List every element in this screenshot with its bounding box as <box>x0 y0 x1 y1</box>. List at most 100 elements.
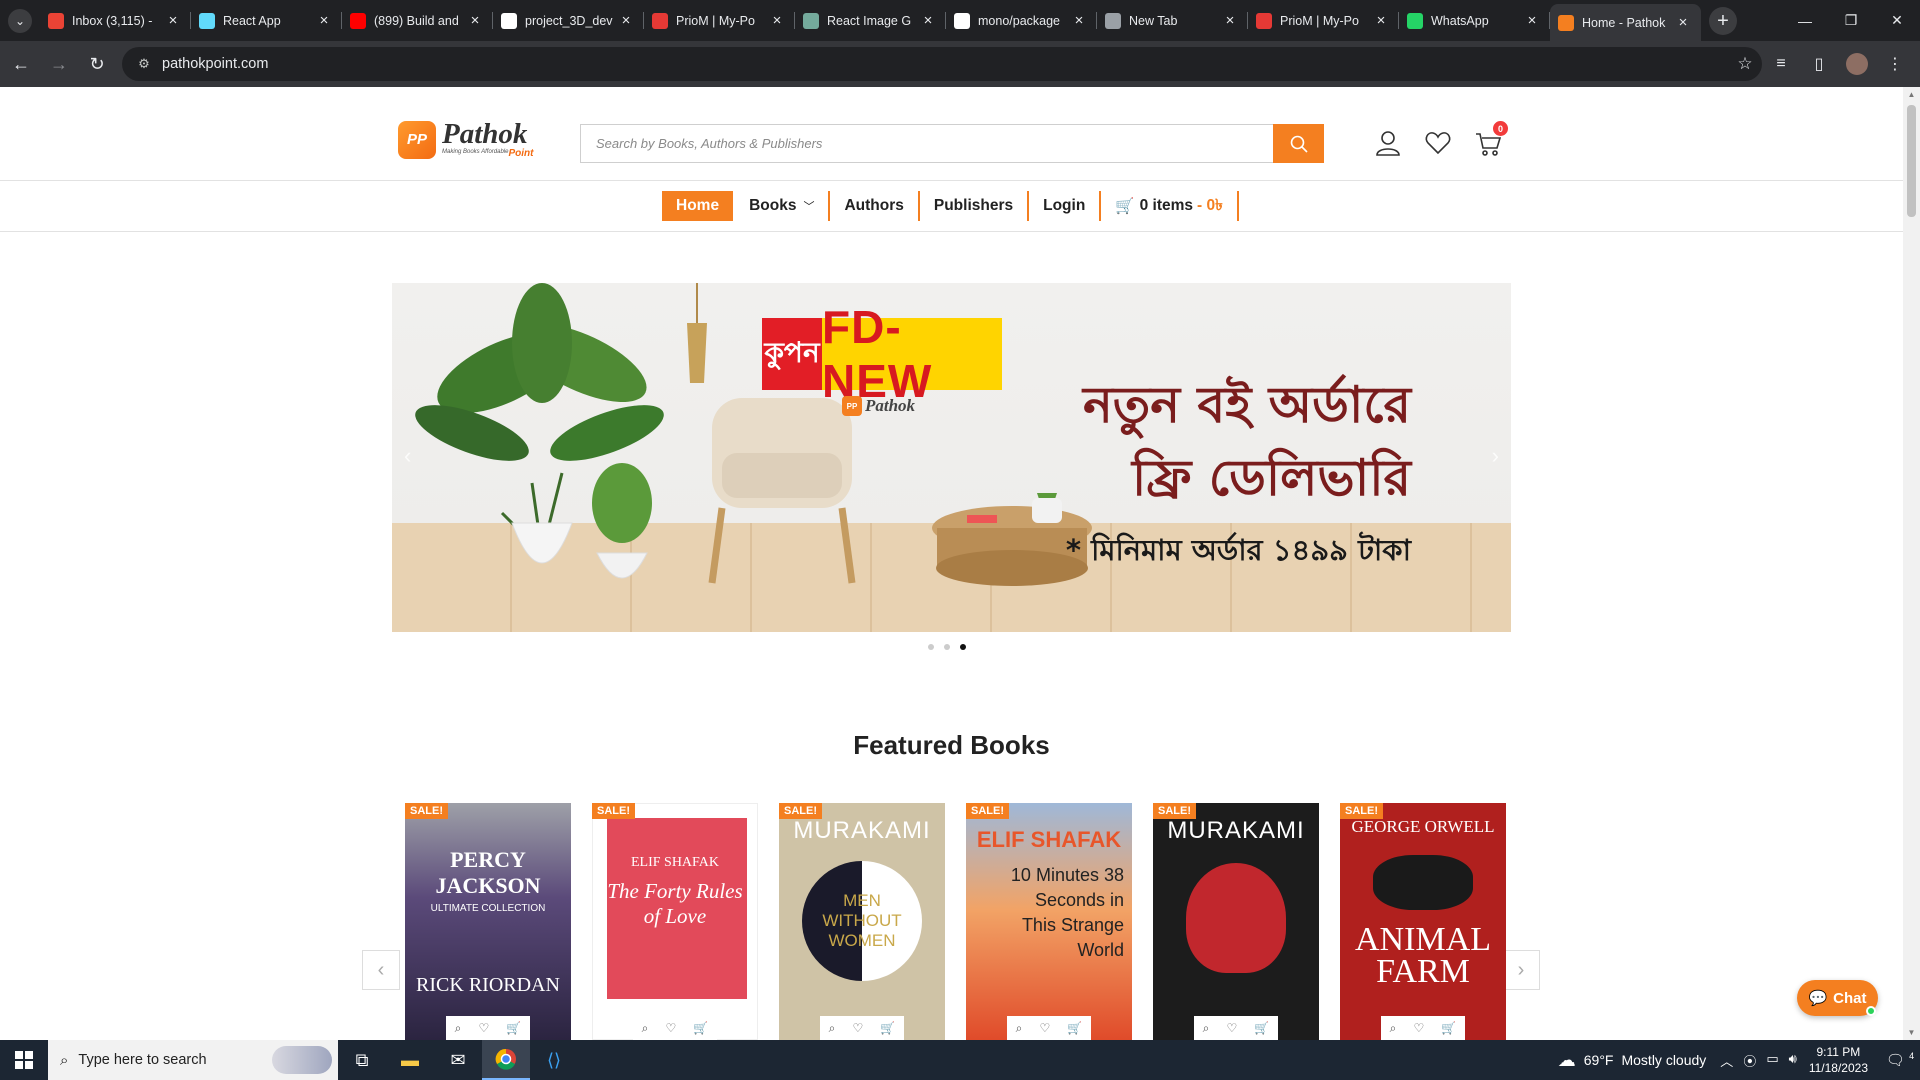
side-panel-icon[interactable]: ▯ <box>1802 47 1836 81</box>
minimize-button[interactable]: — <box>1782 0 1828 41</box>
nav-publishers[interactable]: Publishers <box>920 191 1030 221</box>
nav-books[interactable]: Books ﹀ <box>735 191 831 221</box>
cart-icon[interactable]: 🛒 <box>1067 1021 1082 1035</box>
banner-next-arrow[interactable]: › <box>1492 443 1499 469</box>
book-card[interactable]: SALE! GEORGE ORWELL ANIMAL FARM ⌕ ♡ 🛒 <box>1340 803 1506 1040</box>
restore-button[interactable]: ❐ <box>1828 0 1874 41</box>
hero-banner[interactable]: কুপন FD-NEW PP Pathok নতুন বই অর্ডারে ফ্… <box>392 283 1511 632</box>
chat-button[interactable]: 💬 Chat <box>1797 980 1878 1016</box>
webcam-icon[interactable]: ⦿ <box>1743 1051 1756 1070</box>
quick-view-icon[interactable]: ⌕ <box>1016 1021 1023 1036</box>
close-tab-icon[interactable]: × <box>165 12 181 29</box>
browser-tab[interactable]: WhatsApp × <box>1399 0 1550 41</box>
start-button[interactable] <box>0 1040 48 1080</box>
close-tab-icon[interactable]: × <box>920 12 936 29</box>
search-input[interactable] <box>581 125 1273 162</box>
browser-tab[interactable]: Inbox (3,115) - × <box>40 0 191 41</box>
nav-cart[interactable]: 🛒 0 items - 0৳ <box>1101 191 1239 221</box>
vscode-button[interactable]: ⟨⟩ <box>530 1040 578 1080</box>
banner-prev-arrow[interactable]: ‹ <box>404 443 411 469</box>
clock[interactable]: 9:11 PM 11/18/2023 <box>1809 1044 1868 1076</box>
browser-tab[interactable]: Home - Pathok × <box>1550 4 1701 41</box>
cart-icon[interactable]: 🛒 <box>1441 1021 1456 1035</box>
heart-icon[interactable]: ♡ <box>1039 1021 1050 1035</box>
book-card[interactable]: SALE! MURAKAMI MEN WITHOUT WOMEN ⌕ ♡ 🛒 <box>779 803 945 1040</box>
cart-icon[interactable]: 🛒 <box>506 1021 521 1035</box>
media-controls-icon[interactable]: ≡ <box>1764 47 1798 81</box>
wishlist-button[interactable] <box>1422 127 1454 159</box>
mail-button[interactable]: ✉ <box>434 1040 482 1080</box>
close-window-button[interactable]: ✕ <box>1874 0 1920 41</box>
close-tab-icon[interactable]: × <box>1071 12 1087 29</box>
browser-tab[interactable]: project_3D_dev × <box>493 0 644 41</box>
nav-login[interactable]: Login <box>1029 191 1102 221</box>
weather-widget[interactable]: ☁ 69°F Mostly cloudy <box>1558 1050 1707 1071</box>
close-tab-icon[interactable]: × <box>467 12 483 29</box>
carousel-next-button[interactable]: › <box>1502 950 1540 990</box>
close-tab-icon[interactable]: × <box>1373 12 1389 29</box>
page-scrollbar[interactable]: ▲ ▼ <box>1903 87 1920 1040</box>
heart-icon[interactable]: ♡ <box>1226 1021 1237 1035</box>
scroll-down-arrow[interactable]: ▼ <box>1907 1028 1916 1037</box>
file-explorer-button[interactable]: ▬ <box>386 1040 434 1080</box>
profile-avatar[interactable] <box>1840 47 1874 81</box>
more-menu-icon[interactable]: ⋮ <box>1878 47 1912 81</box>
close-tab-icon[interactable]: × <box>316 12 332 29</box>
slide-dot-3[interactable] <box>960 644 966 650</box>
bookmark-star-icon[interactable]: ☆ <box>1728 54 1762 74</box>
slide-dot-1[interactable] <box>928 644 934 650</box>
close-tab-icon[interactable]: × <box>1222 12 1238 29</box>
scroll-up-arrow[interactable]: ▲ <box>1907 90 1916 99</box>
book-card[interactable]: SALE! ELIF SHAFAK 10 Minutes 38 Seconds … <box>966 803 1132 1040</box>
book-card[interactable]: SALE! MURAKAMI ⌕ ♡ 🛒 <box>1153 803 1319 1040</box>
cart-button[interactable]: 0 <box>1472 121 1508 159</box>
browser-tab[interactable]: mono/package × <box>946 0 1097 41</box>
task-view-button[interactable]: ⧉ <box>338 1040 386 1080</box>
back-button[interactable]: ← <box>4 47 38 81</box>
tab-search-button[interactable]: ⌄ <box>0 0 40 41</box>
chrome-button[interactable] <box>482 1040 530 1080</box>
browser-tab[interactable]: PrioM | My-Po × <box>1248 0 1399 41</box>
quick-view-icon[interactable]: ⌕ <box>455 1021 462 1036</box>
browser-tab[interactable]: React App × <box>191 0 342 41</box>
quick-view-icon[interactable]: ⌕ <box>1203 1021 1210 1036</box>
forward-button[interactable]: → <box>42 47 76 81</box>
nav-authors[interactable]: Authors <box>830 191 920 221</box>
volume-icon[interactable]: 🔊︎ <box>1789 1051 1797 1070</box>
quick-view-icon[interactable]: ⌕ <box>642 1021 649 1036</box>
site-logo[interactable]: PP Pathok Making Books Affordable Point <box>398 120 533 159</box>
book-card[interactable]: SALE! ELIF SHAFAK The Forty Rules of Lov… <box>592 803 758 1040</box>
account-button[interactable] <box>1372 127 1404 159</box>
heart-icon[interactable]: ♡ <box>665 1021 676 1035</box>
quick-view-icon[interactable]: ⌕ <box>1390 1021 1397 1036</box>
browser-tab[interactable]: React Image G × <box>795 0 946 41</box>
close-tab-icon[interactable]: × <box>618 12 634 29</box>
quick-view-icon[interactable]: ⌕ <box>829 1021 836 1036</box>
browser-tab[interactable]: (899) Build and × <box>342 0 493 41</box>
address-bar[interactable]: ⚙ pathokpoint.com ☆ <box>122 47 1762 81</box>
site-info-icon[interactable]: ⚙ <box>130 56 158 72</box>
scrollbar-thumb[interactable] <box>1907 105 1916 217</box>
slide-dot-2[interactable] <box>944 644 950 650</box>
heart-icon[interactable]: ♡ <box>478 1021 489 1035</box>
close-tab-icon[interactable]: × <box>1675 14 1691 31</box>
notification-center-button[interactable]: 🗨︎ 4 <box>1880 1051 1920 1069</box>
search-button[interactable] <box>1273 124 1324 163</box>
browser-tab[interactable]: PrioM | My-Po × <box>644 0 795 41</box>
close-tab-icon[interactable]: × <box>1524 12 1540 29</box>
reload-button[interactable]: ↻ <box>80 47 114 81</box>
new-tab-button[interactable]: + <box>1709 7 1737 35</box>
network-icon[interactable]: ▭ <box>1766 1051 1778 1070</box>
close-tab-icon[interactable]: × <box>769 12 785 29</box>
nav-home[interactable]: Home <box>662 191 734 221</box>
chevron-up-icon[interactable]: ︿ <box>1720 1051 1733 1070</box>
browser-tab[interactable]: New Tab × <box>1097 0 1248 41</box>
heart-icon[interactable]: ♡ <box>1413 1021 1424 1035</box>
carousel-prev-button[interactable]: ‹ <box>362 950 400 990</box>
cart-icon[interactable]: 🛒 <box>1254 1021 1269 1035</box>
heart-icon[interactable]: ♡ <box>852 1021 863 1035</box>
book-card[interactable]: SALE! PERCY JACKSON ULTIMATE COLLECTION … <box>405 803 571 1040</box>
taskbar-search[interactable]: ⌕ Type here to search <box>48 1040 338 1080</box>
cart-icon[interactable]: 🛒 <box>880 1021 895 1035</box>
cart-icon[interactable]: 🛒 <box>693 1021 708 1035</box>
